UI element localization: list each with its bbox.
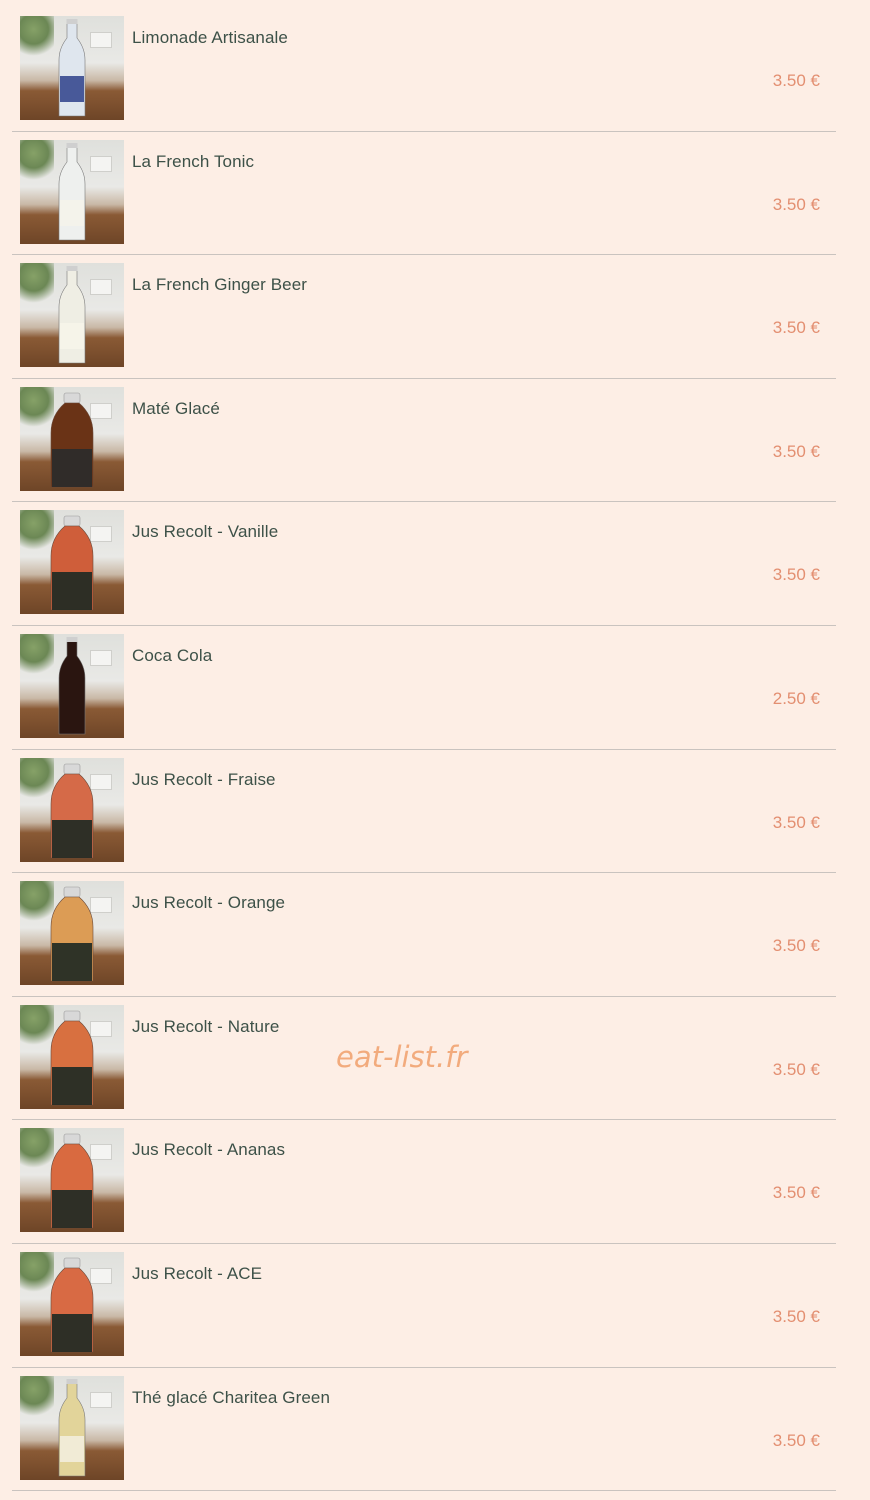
product-photo[interactable] xyxy=(20,757,124,862)
item-name: Jus Recolt - Fraise xyxy=(132,769,276,789)
menu-item[interactable]: La French Ginger Beer 3.50 € xyxy=(12,255,836,379)
product-photo[interactable] xyxy=(20,1004,124,1109)
item-name: Maté Glacé xyxy=(132,398,220,418)
menu-item[interactable]: Maté Glacé 3.50 € xyxy=(12,379,836,503)
item-price: 3.50 € xyxy=(772,1059,820,1079)
product-photo[interactable] xyxy=(20,386,124,491)
bottle-tonic-icon xyxy=(58,142,86,240)
item-price: 2.50 € xyxy=(772,688,820,708)
item-name: Jus Recolt - ACE xyxy=(132,1263,263,1283)
item-price: 3.50 € xyxy=(772,71,820,90)
product-photo[interactable] xyxy=(20,633,124,738)
menu-item[interactable]: Thé glacé Charitea Green 3.50 € xyxy=(12,1368,836,1492)
bottle-juice-fraise-icon xyxy=(50,763,94,858)
product-photo[interactable] xyxy=(20,1375,124,1480)
product-photo[interactable] xyxy=(20,1128,124,1233)
item-name: Jus Recolt - Nature xyxy=(132,1016,280,1036)
product-photo[interactable] xyxy=(20,881,124,986)
product-photo[interactable] xyxy=(20,16,124,120)
watermark: eat-list.fr xyxy=(336,1040,468,1074)
item-name: Limonade Artisanale xyxy=(132,28,288,47)
menu-item[interactable]: Jus Recolt - ACE 3.50 € xyxy=(12,1244,836,1368)
bottle-ginger-beer-icon xyxy=(58,266,86,364)
item-price: 3.50 € xyxy=(772,565,820,585)
menu-item[interactable]: Jus Recolt - Fraise 3.50 € xyxy=(12,750,836,874)
menu-item[interactable]: La French Tonic 3.50 € xyxy=(12,132,836,256)
item-price: 3.50 € xyxy=(772,812,820,832)
item-name: Jus Recolt - Orange xyxy=(132,893,286,913)
item-price: 3.50 € xyxy=(772,1183,820,1203)
item-name: La French Ginger Beer xyxy=(132,275,308,295)
bottle-juice-ananas-icon xyxy=(50,1134,94,1229)
bottle-juice-orange-icon xyxy=(50,886,94,982)
menu-item[interactable]: Jus Recolt - Ananas 3.50 € xyxy=(12,1120,836,1244)
item-name: Thé glacé Charitea Green xyxy=(132,1387,331,1407)
drinks-menu-list: Limonade Artisanale 3.50 € La French Toni… xyxy=(12,8,836,1492)
item-price: 3.50 € xyxy=(772,194,820,214)
product-photo[interactable] xyxy=(20,139,124,244)
item-price: 3.50 € xyxy=(772,936,820,956)
item-price: 3.50 € xyxy=(772,1306,820,1326)
bottle-mate-icon xyxy=(50,392,94,488)
item-price: 3.50 € xyxy=(772,1430,820,1450)
item-price: 3.50 € xyxy=(772,318,820,338)
product-photo[interactable] xyxy=(20,1251,124,1356)
bottle-juice-nature-icon xyxy=(50,1010,94,1106)
item-name: La French Tonic xyxy=(132,151,255,171)
menu-item[interactable]: Coca Cola 2.50 € xyxy=(12,626,836,750)
item-name: Jus Recolt - Ananas xyxy=(132,1140,286,1160)
item-name: Jus Recolt - Vanille xyxy=(132,522,279,542)
bottle-coca-cola-icon xyxy=(58,636,86,735)
bottle-juice-vanille-icon xyxy=(50,516,94,611)
menu-item[interactable]: Jus Recolt - Orange 3.50 € xyxy=(12,873,836,997)
item-name: Coca Cola xyxy=(132,645,213,665)
product-photo[interactable] xyxy=(20,510,124,615)
bottle-limonade-icon xyxy=(58,19,86,117)
item-price: 3.50 € xyxy=(772,441,820,461)
menu-item[interactable]: Jus Recolt - Vanille 3.50 € xyxy=(12,502,836,626)
product-photo[interactable] xyxy=(20,263,124,368)
bottle-juice-ace-icon xyxy=(50,1257,94,1353)
menu-item[interactable]: Limonade Artisanale 3.50 € xyxy=(12,8,836,132)
bottle-iced-tea-icon xyxy=(58,1378,86,1476)
